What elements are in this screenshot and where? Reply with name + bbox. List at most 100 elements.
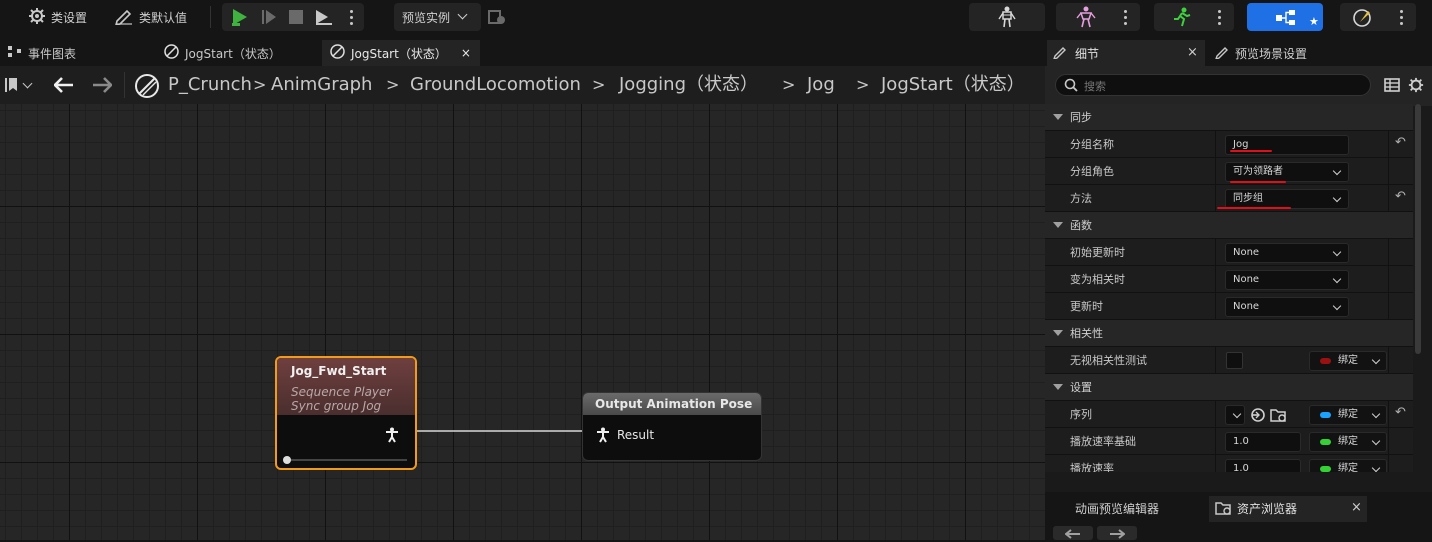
class-settings-label: 类设置 xyxy=(51,10,88,25)
skeleton-icon xyxy=(997,6,1017,31)
on-become-relevant-dropdown[interactable]: None xyxy=(1225,270,1349,290)
ignore-relevancy-checkbox[interactable] xyxy=(1226,352,1243,369)
on-initial-update-dropdown[interactable]: None xyxy=(1225,243,1349,263)
section-sync[interactable]: 同步 xyxy=(1045,104,1413,131)
output-pose-node[interactable]: Output Animation Pose Result xyxy=(582,392,762,461)
bind-dropdown[interactable]: 绑定 xyxy=(1309,432,1387,452)
group-name-input[interactable]: Jog xyxy=(1225,135,1349,155)
method-dropdown[interactable]: 同步组 xyxy=(1225,189,1349,209)
step-forward-icon[interactable] xyxy=(260,8,278,29)
anim-graph-canvas[interactable]: Jog_Fwd_Start Sequence Player Sync group… xyxy=(0,104,1045,540)
pose-input-pin-icon[interactable] xyxy=(595,427,611,446)
tab-event-graph[interactable]: 事件图表 xyxy=(0,40,84,66)
toolbar-divider xyxy=(210,6,211,28)
breadcrumb-item[interactable]: Jogging（状态） xyxy=(619,66,758,104)
animation-options-icon[interactable] xyxy=(1218,10,1222,26)
play-rate-input[interactable]: 1.0 xyxy=(1225,459,1301,472)
close-icon[interactable]: × xyxy=(461,46,471,60)
pin-type-icon xyxy=(1320,358,1331,364)
group-role-dropdown[interactable]: 可为领路者 xyxy=(1225,162,1349,182)
annotation-underline xyxy=(1230,150,1272,152)
bind-dropdown[interactable]: 绑定 xyxy=(1309,351,1387,371)
class-settings-button[interactable]: 类设置 xyxy=(28,4,87,30)
preview-instance-dropdown[interactable]: 预览实例 xyxy=(394,3,481,31)
breadcrumb-item[interactable]: JogStart（状态） xyxy=(881,66,1025,104)
collapse-arrow-icon xyxy=(1053,114,1063,120)
section-settings[interactable]: 设置 xyxy=(1045,374,1413,401)
search-icon xyxy=(1064,78,1078,95)
class-defaults-label: 类默认值 xyxy=(139,10,188,25)
skeleton-mode-button[interactable] xyxy=(969,3,1045,31)
tab-jogstart-2-label: JogStart（状态） xyxy=(351,46,447,61)
tab-jogstart-2[interactable]: JogStart（状态） × xyxy=(322,40,480,66)
tab-jogstart-1-label: JogStart（状态） xyxy=(185,46,281,61)
close-icon[interactable]: × xyxy=(1351,500,1362,515)
sequence-player-node[interactable]: Jog_Fwd_Start Sequence Player Sync group… xyxy=(275,356,417,470)
reset-to-default-icon[interactable]: ↶ xyxy=(1395,189,1406,204)
physics-mode-button[interactable] xyxy=(1340,3,1416,31)
animation-mode-button[interactable] xyxy=(1154,3,1234,31)
blueprint-mode-button[interactable]: ★ xyxy=(1247,3,1323,31)
tab-anim-preview-editor[interactable]: 动画预览编辑器 xyxy=(1045,496,1205,522)
history-back-button[interactable] xyxy=(1053,526,1093,540)
close-icon[interactable]: × xyxy=(1187,45,1198,60)
folder-browse-icon xyxy=(1215,502,1233,519)
pose-output-pin-icon[interactable] xyxy=(384,427,400,446)
back-arrow-icon[interactable] xyxy=(53,77,74,96)
tab-jogstart-1[interactable]: JogStart（状态） xyxy=(156,40,289,66)
property-row-group-name: 分组名称 Jog ↶ xyxy=(1045,131,1413,158)
use-selected-icon[interactable] xyxy=(1250,407,1266,426)
character-mesh-icon xyxy=(1076,6,1096,31)
playback-scrubber[interactable] xyxy=(283,456,291,464)
property-row-sequence: 序列 绑定 ↶ xyxy=(1045,401,1413,428)
sequence-asset-picker[interactable] xyxy=(1225,405,1245,425)
breadcrumb-item[interactable]: P_Crunch xyxy=(168,66,252,104)
details-scrollbar[interactable] xyxy=(1415,104,1421,354)
history-forward-button[interactable] xyxy=(1097,526,1137,540)
browse-asset-icon[interactable] xyxy=(1270,407,1288,426)
running-figure-icon xyxy=(1170,7,1192,30)
tab-content-browser[interactable]: 资产浏览器 × xyxy=(1209,496,1367,522)
bind-dropdown[interactable]: 绑定 xyxy=(1309,459,1387,472)
property-row-on-update: 更新时 None xyxy=(1045,293,1413,320)
play-rate-basis-input[interactable]: 1.0 xyxy=(1225,432,1301,452)
play-icon[interactable] xyxy=(230,7,250,30)
reset-to-default-icon[interactable]: ↶ xyxy=(1395,405,1406,420)
physics-options-icon[interactable] xyxy=(1400,10,1404,26)
property-label: 播放速率基础 xyxy=(1070,435,1136,448)
class-defaults-button[interactable]: 类默认值 xyxy=(114,4,187,30)
pin-type-icon xyxy=(1320,412,1331,418)
search-input[interactable]: 搜索 xyxy=(1055,74,1371,96)
section-relevancy[interactable]: 相关性 xyxy=(1045,320,1413,347)
on-update-dropdown[interactable]: None xyxy=(1225,297,1349,317)
document-tab-bar: 事件图表 JogStart（状态） JogStart（状态） × xyxy=(0,40,1045,66)
bottom-panel-tabs: 动画预览编辑器 资产浏览器 × xyxy=(1045,492,1432,540)
bind-dropdown[interactable]: 绑定 xyxy=(1309,405,1387,425)
tab-details[interactable]: 细节 × xyxy=(1047,40,1205,66)
property-row-on-initial-update: 初始更新时 None xyxy=(1045,239,1413,266)
tab-preview-scene-settings[interactable]: 预览场景设置 xyxy=(1213,40,1363,66)
table-view-icon[interactable] xyxy=(1384,78,1400,95)
property-label: 无视相关性测试 xyxy=(1070,354,1147,367)
play-options-icon[interactable] xyxy=(350,10,354,26)
debug-filter-icon[interactable] xyxy=(488,9,506,28)
breadcrumb-item[interactable]: GroundLocomotion xyxy=(410,66,581,104)
reset-to-default-icon[interactable]: ↶ xyxy=(1395,135,1406,150)
forward-arrow-icon[interactable] xyxy=(92,77,113,96)
breadcrumb-separator: > xyxy=(782,75,796,94)
mesh-options-icon[interactable] xyxy=(1124,10,1128,26)
breadcrumb-divider xyxy=(124,72,125,98)
breadcrumb-item[interactable]: AnimGraph xyxy=(271,66,372,104)
property-row-ignore-relevancy: 无视相关性测试 绑定 xyxy=(1045,347,1413,374)
chevron-down-icon xyxy=(1332,274,1342,284)
mesh-mode-button[interactable] xyxy=(1056,3,1140,31)
stop-icon[interactable] xyxy=(288,9,304,28)
bookmark-icon[interactable] xyxy=(5,78,17,95)
breadcrumb-item[interactable]: Jog xyxy=(807,66,835,104)
settings-gear-icon[interactable] xyxy=(1408,77,1424,96)
section-functions[interactable]: 函数 xyxy=(1045,212,1413,239)
chevron-down-icon[interactable] xyxy=(22,78,33,89)
graph-nodes-icon xyxy=(8,45,22,61)
eject-icon[interactable] xyxy=(314,8,334,29)
property-label: 变为相关时 xyxy=(1070,273,1125,286)
